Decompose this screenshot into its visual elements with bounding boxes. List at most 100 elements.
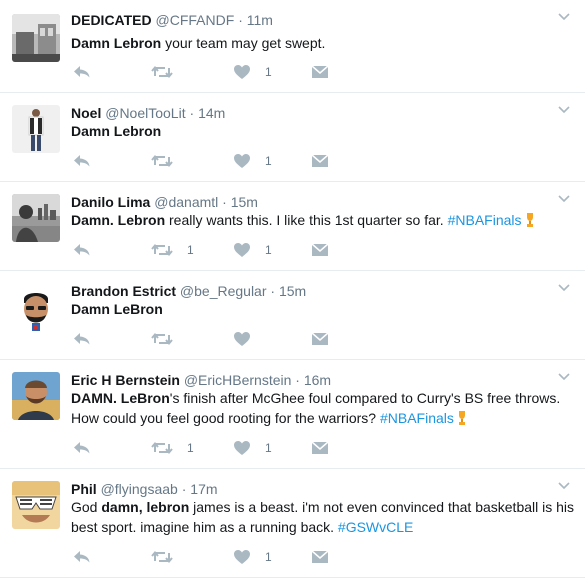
avatar[interactable] — [12, 285, 60, 333]
chevron-down-icon[interactable] — [557, 281, 571, 295]
timestamp[interactable]: 15m — [231, 194, 258, 210]
like-count: 1 — [265, 243, 272, 257]
author-handle[interactable]: @be_Regular — [180, 283, 267, 299]
avatar[interactable] — [12, 14, 60, 62]
author-name[interactable]: Eric H Bernstein — [71, 372, 180, 388]
avatar[interactable] — [12, 481, 60, 529]
tweet-actions — [71, 329, 371, 349]
text-plain: your team may get swept. — [161, 35, 326, 51]
reply-button[interactable] — [73, 329, 91, 349]
author-handle[interactable]: @NoelTooLit — [105, 105, 185, 121]
building-interior-avatar-icon — [12, 14, 60, 62]
tweet-item[interactable]: Eric H Bernstein @EricHBernstein · 16m D… — [0, 360, 585, 469]
tweet-text: Damn Lebron your team may get swept. — [71, 33, 576, 53]
timestamp[interactable]: 17m — [190, 481, 217, 497]
separator-dot: · — [189, 105, 195, 121]
like-count: 1 — [265, 154, 272, 168]
timestamp[interactable]: 16m — [304, 372, 331, 388]
author-handle[interactable]: @EricHBernstein — [184, 372, 292, 388]
direct-message-button[interactable] — [311, 329, 329, 349]
author-name[interactable]: DEDICATED — [71, 12, 152, 28]
tweet-actions: 1 — [71, 151, 371, 171]
separator-dot: · — [295, 372, 300, 388]
like-button[interactable]: 1 — [233, 438, 272, 458]
avatar[interactable] — [12, 105, 60, 153]
author-name[interactable]: Noel — [71, 105, 101, 121]
retweet-button[interactable] — [151, 151, 187, 171]
author-handle[interactable]: @CFFANDF — [156, 12, 235, 28]
avatar[interactable] — [12, 372, 60, 420]
trophy-icon — [526, 213, 533, 227]
chevron-down-icon[interactable] — [557, 192, 571, 206]
separator-dot: · — [270, 283, 276, 299]
like-button[interactable]: 1 — [233, 151, 272, 171]
timestamp[interactable]: 14m — [198, 105, 225, 121]
hashtag-link[interactable]: #GSWvCLE — [338, 519, 413, 535]
tweet-item[interactable]: Phil @flyingsaab · 17m God damn, lebron … — [0, 469, 585, 578]
like-button[interactable] — [233, 329, 265, 349]
retweet-button[interactable] — [151, 547, 187, 567]
standing-person-avatar-icon — [12, 105, 60, 153]
reply-button[interactable] — [73, 438, 91, 458]
direct-message-button[interactable] — [311, 240, 329, 260]
tweet-header: DEDICATED @CFFANDF · 11m — [71, 12, 273, 28]
direct-message-button[interactable] — [311, 151, 329, 171]
retweet-icon — [151, 550, 173, 564]
text-plain: God — [71, 499, 102, 515]
tweet-item[interactable]: Brandon Estrict @be_Regular · 15m Damn L… — [0, 271, 585, 360]
text-plain: really wants this. I like this 1st quart… — [165, 212, 448, 228]
tweet-header: Brandon Estrict @be_Regular · 15m — [71, 283, 306, 299]
direct-message-button[interactable] — [311, 438, 329, 458]
timestamp[interactable]: 15m — [279, 283, 306, 299]
tweet-header: Danilo Lima @danamtl · 15m — [71, 194, 258, 210]
tweet-actions: 1 1 — [71, 438, 371, 458]
chevron-down-icon[interactable] — [557, 479, 571, 493]
direct-message-button[interactable] — [311, 547, 329, 567]
author-handle[interactable]: @flyingsaab — [101, 481, 178, 497]
retweet-button[interactable] — [151, 329, 187, 349]
chevron-down-icon[interactable] — [557, 10, 571, 24]
heart-icon — [234, 332, 250, 346]
like-count: 1 — [265, 65, 272, 79]
reply-icon — [74, 155, 90, 167]
separator-dot: · — [181, 481, 187, 497]
like-button[interactable]: 1 — [233, 240, 272, 260]
reply-button[interactable] — [73, 62, 91, 82]
hashtag-link[interactable]: #NBAFinals — [380, 410, 454, 426]
retweet-count: 1 — [187, 441, 194, 455]
retweet-button[interactable] — [151, 62, 187, 82]
cartoon-face-avatar-icon — [12, 285, 60, 333]
retweet-icon — [151, 154, 173, 168]
tweet-item[interactable]: Danilo Lima @danamtl · 15m Damn. Lebron … — [0, 182, 585, 271]
retweet-button[interactable]: 1 — [151, 438, 194, 458]
author-name[interactable]: Phil — [71, 481, 97, 497]
direct-message-button[interactable] — [311, 62, 329, 82]
like-button[interactable]: 1 — [233, 62, 272, 82]
heart-icon — [234, 243, 250, 257]
author-name[interactable]: Brandon Estrict — [71, 283, 176, 299]
reply-button[interactable] — [73, 151, 91, 171]
tweet-item[interactable]: Noel @NoelTooLit · 14m Damn Lebron 1 — [0, 93, 585, 182]
retweet-count: 1 — [187, 243, 194, 257]
chevron-down-icon[interactable] — [557, 103, 571, 117]
tweet-item[interactable]: DEDICATED @CFFANDF · 11m Damn Lebron you… — [0, 0, 585, 93]
tweet-actions: 1 — [71, 547, 371, 567]
author-name[interactable]: Danilo Lima — [71, 194, 150, 210]
text-bold: Damn. Lebron — [71, 212, 166, 228]
envelope-icon — [311, 332, 329, 345]
like-button[interactable]: 1 — [233, 547, 272, 567]
reply-button[interactable] — [73, 240, 91, 260]
chevron-down-icon[interactable] — [557, 370, 571, 384]
avatar[interactable] — [12, 194, 60, 242]
tweet-actions: 1 1 — [71, 240, 371, 260]
retweet-button[interactable]: 1 — [151, 240, 194, 260]
reply-icon — [74, 333, 90, 345]
person-city-avatar-icon — [12, 194, 60, 242]
hashtag-link[interactable]: #NBAFinals — [448, 212, 522, 228]
timestamp[interactable]: 11m — [247, 12, 273, 28]
text-bold: damn, lebron — [101, 499, 190, 515]
envelope-icon — [311, 441, 329, 454]
author-handle[interactable]: @danamtl — [154, 194, 218, 210]
reply-button[interactable] — [73, 547, 91, 567]
tweet-text: Damn Lebron — [71, 121, 576, 141]
